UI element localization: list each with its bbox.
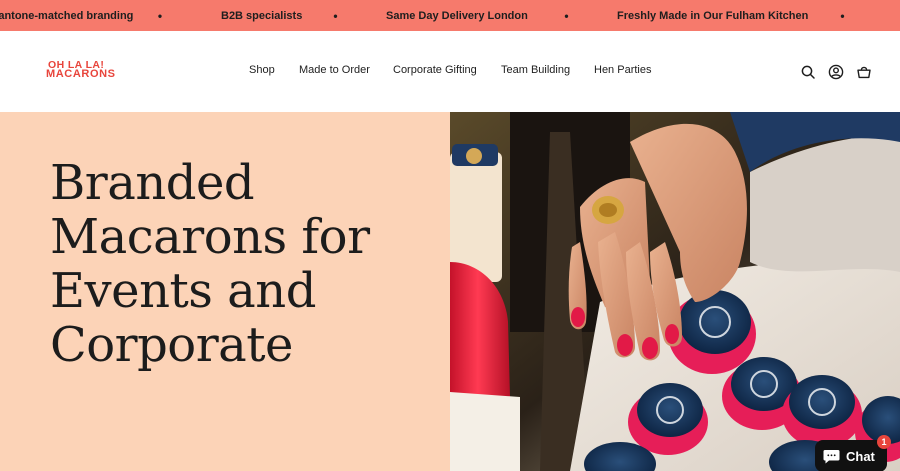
nav-item-hen-parties[interactable]: Hen Parties bbox=[594, 64, 664, 76]
announcement-bar: Pantone-matched branding • B2B specialis… bbox=[0, 0, 900, 31]
hero-photo-illustration bbox=[450, 112, 900, 471]
brand-logo[interactable]: OH LA LA! MACARONS bbox=[46, 60, 138, 83]
hero-title: Branded Macarons for Events and Corporat… bbox=[50, 155, 370, 373]
announcement-separator: • bbox=[333, 8, 338, 23]
cart-icon[interactable] bbox=[856, 64, 872, 80]
chat-bubble-icon bbox=[823, 449, 840, 463]
search-icon[interactable] bbox=[800, 64, 816, 80]
main-nav: Shop Made to Order Corporate Gifting Tea… bbox=[249, 64, 664, 76]
nav-item-made-to-order[interactable]: Made to Order bbox=[299, 64, 393, 76]
nav-item-team-building[interactable]: Team Building bbox=[501, 64, 594, 76]
nav-item-corporate-gifting[interactable]: Corporate Gifting bbox=[393, 64, 501, 76]
hero-image bbox=[450, 112, 900, 471]
announcement-item: B2B specialists bbox=[221, 9, 303, 22]
chat-label: Chat bbox=[846, 448, 875, 464]
nav-item-shop[interactable]: Shop bbox=[249, 64, 299, 76]
logo-line-2: MACARONS bbox=[46, 68, 116, 80]
announcement-item: Freshly Made in Our Fulham Kitchen bbox=[617, 9, 809, 22]
hero-text-panel: Branded Macarons for Events and Corporat… bbox=[0, 112, 450, 471]
header-icons bbox=[800, 64, 872, 80]
announcement-separator: • bbox=[840, 8, 845, 23]
site-header: OH LA LA! MACARONS Shop Made to Order Co… bbox=[0, 31, 900, 112]
announcement-track: Pantone-matched branding • B2B specialis… bbox=[0, 0, 868, 31]
announcement-item: Same Day Delivery London bbox=[386, 9, 528, 22]
announcement-item: Pantone-matched branding bbox=[0, 9, 134, 22]
chat-button[interactable]: Chat 1 bbox=[815, 435, 891, 471]
chat-notification-badge: 1 bbox=[877, 435, 891, 449]
announcement-separator: • bbox=[157, 8, 163, 23]
account-icon[interactable] bbox=[828, 64, 844, 80]
announcement-separator: • bbox=[564, 8, 569, 23]
